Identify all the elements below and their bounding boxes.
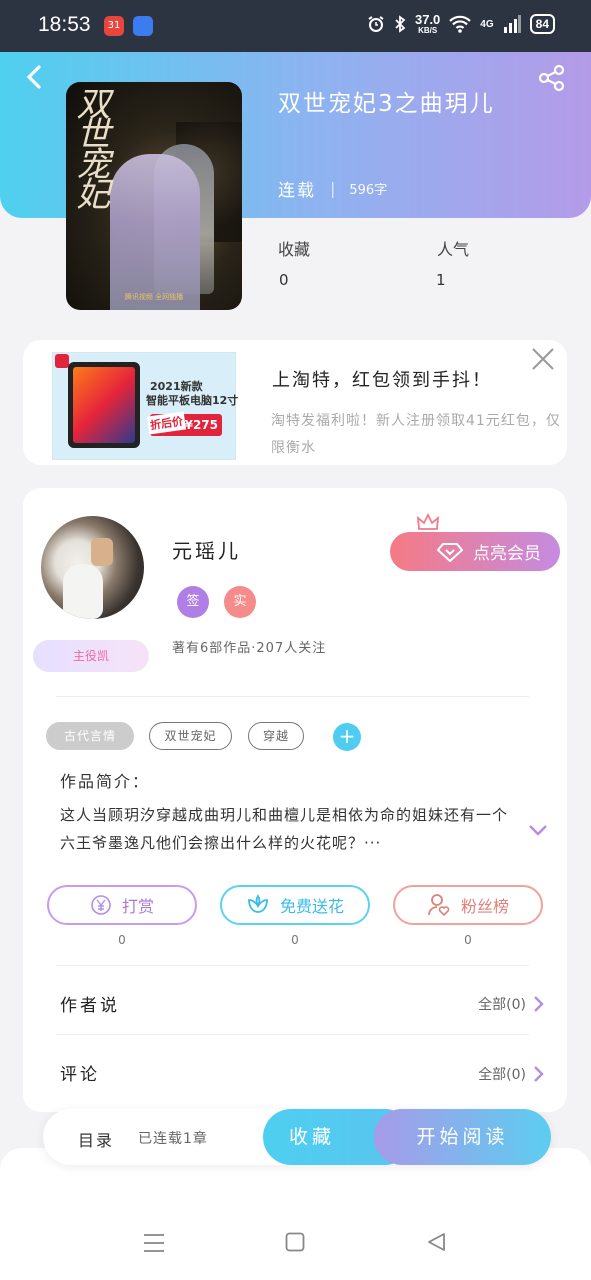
verified-badge: 实 [224,586,256,618]
favorites-label: 收藏 [278,240,311,259]
meta-separator: | [330,179,336,198]
network-speed: 37.0 KB/S [414,12,441,35]
fan-ranking-button[interactable]: 粉丝榜 [393,885,543,925]
vip-label: 点亮会员 [473,544,541,564]
signal-icon [503,15,521,33]
alarm-icon [368,16,384,32]
close-icon[interactable] [531,347,555,371]
system-nav-bar [0,1148,591,1280]
app-notification-icon [133,16,153,36]
flower-icon [248,894,268,913]
author-name[interactable]: 元瑶儿 [172,535,241,564]
divider [56,696,529,697]
share-icon[interactable] [538,64,566,92]
cover-caption: 腾讯视频 全网独播 [124,293,184,301]
chevron-right-icon [534,996,544,1012]
status-time: 18:53 [38,13,91,36]
user-heart-icon [428,894,450,917]
start-reading-button[interactable]: 开始阅读 [374,1109,551,1165]
author-info: 著有6部作品·207人关注 [172,641,327,656]
chevron-down-icon[interactable] [528,822,548,838]
reward-button[interactable]: 打赏 [47,885,197,925]
comments-more[interactable]: 全部(0) [478,1064,544,1084]
reward-count: 0 [118,933,126,947]
tag-item[interactable]: 古代言情 [46,722,134,750]
word-count: 596字 [349,183,388,198]
chevron-right-icon [534,1066,544,1082]
divider [56,1034,529,1035]
bluetooth-icon [395,15,406,33]
flower-count: 0 [291,933,299,947]
author-says-more[interactable]: 全部(0) [478,994,544,1014]
book-title: 双世宠妃3之曲玥儿 [278,91,495,117]
comments-count: 全部(0) [478,1067,526,1083]
send-flower-button[interactable]: 免费送花 [220,885,370,925]
author-says-count: 全部(0) [478,997,526,1013]
popularity-label: 人气 [437,240,470,259]
intro-label: 作品简介： [60,772,151,791]
crown-icon [417,513,439,530]
calendar-app-icon: 31 [104,16,124,36]
book-meta: 连载 | 596字 [278,176,387,201]
tablet-image [68,362,140,448]
status-bar: 18:53 31 37.0 KB/S 4G 84 [0,0,591,52]
cover-title: 双世宠妃 [70,86,110,206]
signed-badge: 签 [177,586,209,618]
ad-title: 上淘特，红包领到手抖！ [272,370,492,391]
book-status: 连载 [278,181,316,201]
ad-logo-icon [55,354,69,368]
divider [56,965,529,966]
author-badge: 主役凯 [33,640,149,672]
add-tag-button[interactable]: + [333,723,361,751]
serial-info: 已连载1章 [138,1131,208,1147]
fan-ranking-label: 粉丝榜 [460,897,509,916]
battery-indicator: 84 [529,14,555,34]
home-icon[interactable] [285,1232,305,1252]
intro-text: 这人当顾玥汐穿越成曲玥儿和曲檀儿是相依为命的姐妹还有一个六王爷墨逸凡他们会擦出什… [60,806,509,852]
diamond-icon [437,542,463,562]
ad-description: 淘特发福利啦！新人注册领取41元红包，仅限衡水 [271,413,561,456]
author-says-label[interactable]: 作者说 [60,991,120,1016]
comments-label[interactable]: 评论 [60,1060,100,1085]
avatar[interactable] [41,516,144,619]
yen-icon [91,895,111,915]
wifi-icon [449,15,472,33]
book-cover[interactable]: 双世宠妃 腾讯视频 全网独播 [66,82,242,310]
menu-icon[interactable] [143,1232,165,1254]
back-nav-icon[interactable] [426,1232,446,1252]
vip-button[interactable]: 点亮会员 [390,532,560,571]
ad-image-line2: 智能平板电脑12寸 [146,394,239,407]
fans-count: 0 [464,933,472,947]
reward-label: 打赏 [121,897,154,916]
toc-button[interactable]: 目录 [78,1127,114,1151]
tag-item[interactable]: 穿越 [248,722,304,750]
back-icon[interactable] [22,64,48,90]
popularity-value: 1 [436,271,446,289]
favorites-value: 0 [279,271,289,289]
send-flower-label: 免费送花 [279,897,344,916]
network-type: 4G [480,18,494,30]
tag-item[interactable]: 双世宠妃 [149,722,232,750]
